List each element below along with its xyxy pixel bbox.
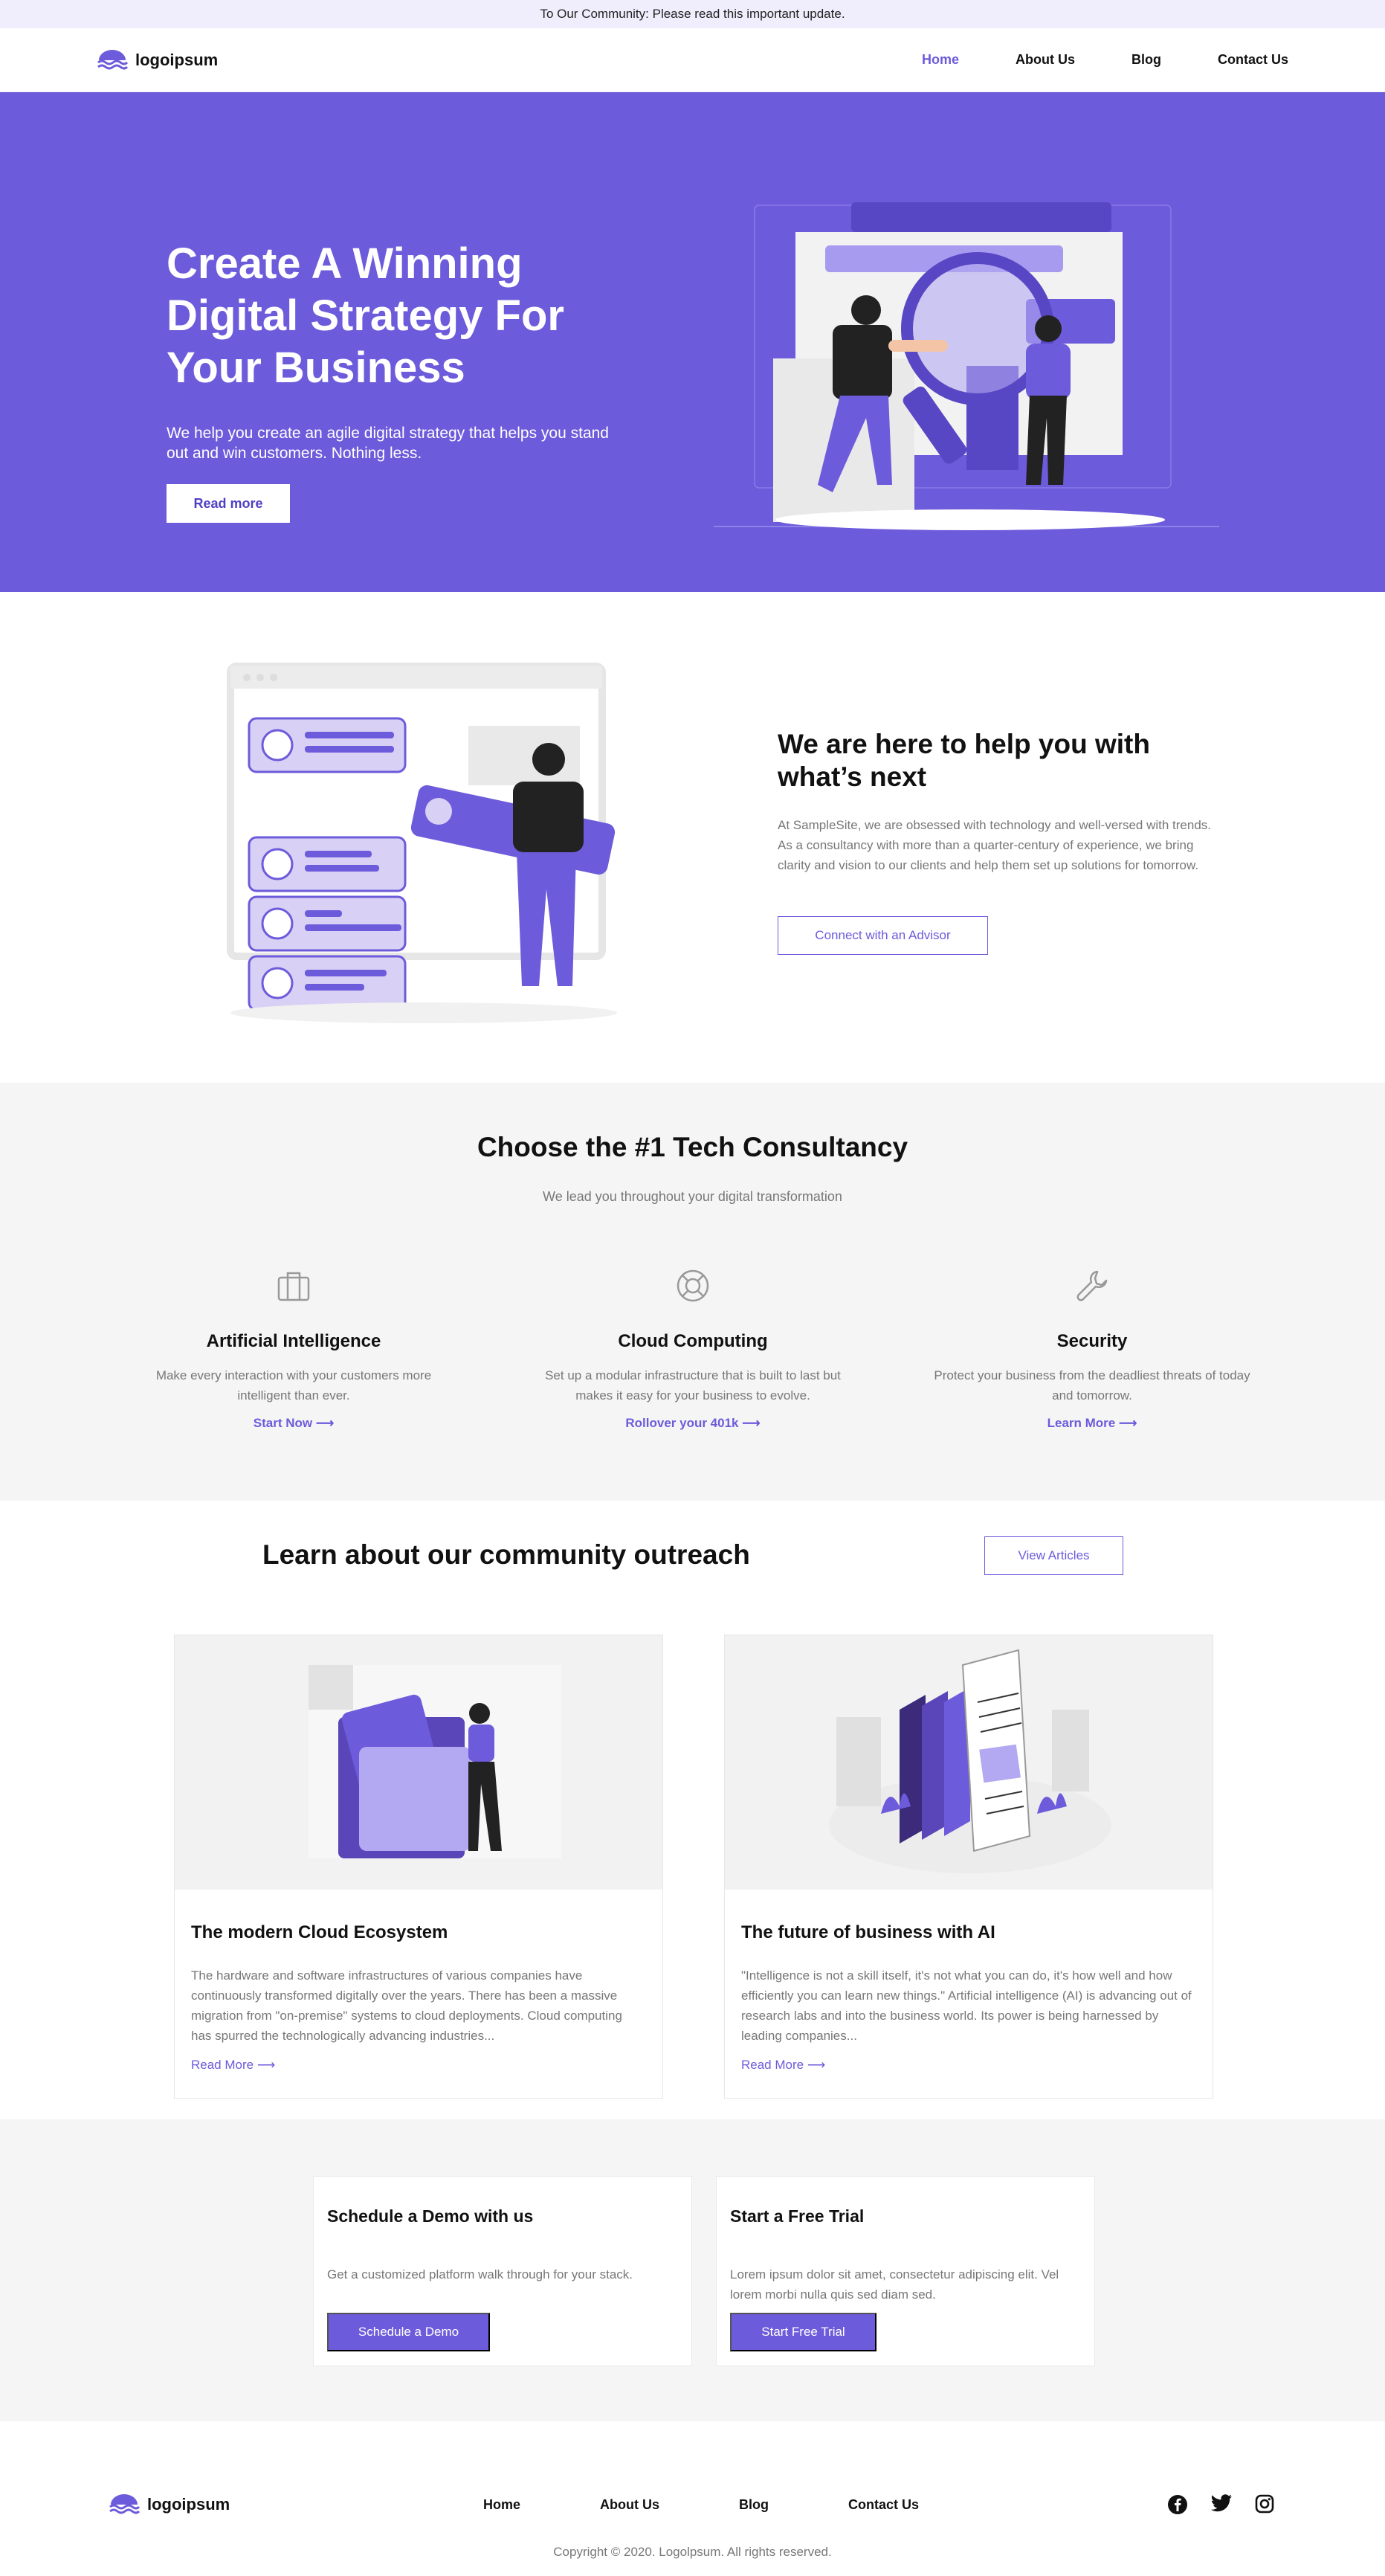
twitter-icon[interactable]	[1210, 2494, 1233, 2514]
logo-text: logoipsum	[135, 50, 219, 69]
feature-text: Make every interaction with your custome…	[155, 1368, 432, 1403]
cta-text: Get a customized platform walk through f…	[327, 2267, 633, 2282]
feature-ai: Artificial Intelligence Make every inter…	[130, 1269, 457, 1431]
cta-text: Lorem ipsum dolor sit amet, consectetur …	[730, 2267, 1059, 2302]
learn-more-link[interactable]: Learn More ⟶	[1047, 1416, 1137, 1431]
rollover-link[interactable]: Rollover your 401k ⟶	[625, 1416, 760, 1431]
trial-card: Start a Free Trial Lorem ipsum dolor sit…	[716, 2176, 1095, 2366]
briefcase-icon	[277, 1272, 310, 1301]
feature-title: Cloud Computing	[618, 1331, 768, 1351]
hero-section: Create A Winning Digital Strategy For Yo…	[0, 92, 1385, 592]
footer-logo[interactable]: logoipsum	[109, 2493, 230, 2517]
choose-subtitle: We lead you throughout your digital tran…	[543, 1189, 842, 1204]
footer-links: Home About Us Blog Contact Us	[483, 2497, 998, 2513]
logo[interactable]: logoipsum	[97, 48, 218, 72]
announcement-bar: To Our Community: Please read this impor…	[0, 0, 1385, 28]
article-excerpt: "Intelligence is not a skill itself, it'…	[741, 1968, 1192, 2043]
footer-link-home[interactable]: Home	[483, 2497, 520, 2513]
facebook-icon[interactable]	[1167, 2494, 1188, 2515]
instagram-icon[interactable]	[1255, 2494, 1274, 2514]
announcement-text: To Our Community: Please read this impor…	[540, 7, 845, 21]
help-illustration	[227, 663, 617, 1023]
link-label: Read More	[191, 2058, 254, 2072]
schedule-demo-button[interactable]: Schedule a Demo	[327, 2313, 490, 2351]
cta-title: Start a Free Trial	[730, 2206, 865, 2226]
arrow-right-icon: ⟶	[315, 1416, 335, 1430]
ai-business-illustration	[829, 1649, 1111, 1873]
help-text: At SampleSite, we are obsessed with tech…	[778, 818, 1212, 872]
choose-title: Choose the #1 Tech Consultancy	[477, 1132, 908, 1162]
feature-title: Artificial Intelligence	[206, 1331, 381, 1351]
link-label: Start Now	[253, 1416, 313, 1430]
arrow-right-icon: ⟶	[807, 2058, 826, 2072]
link-label: Learn More	[1047, 1416, 1116, 1430]
article-card[interactable]: The future of business with AI "Intellig…	[724, 1635, 1213, 2099]
connect-advisor-button[interactable]: Connect with an Advisor	[778, 916, 988, 955]
logo-text: logoipsum	[147, 2495, 230, 2514]
article-card[interactable]: The modern Cloud Ecosystem The hardware …	[174, 1635, 663, 2099]
wrench-icon	[1076, 1270, 1108, 1301]
hero-text: We help you create an agile digital stra…	[167, 425, 609, 462]
footer-link-blog[interactable]: Blog	[739, 2497, 769, 2513]
cta-section: Schedule a Demo with us Get a customized…	[0, 2119, 1385, 2421]
nav-home[interactable]: Home	[922, 52, 959, 68]
copyright: Copyright © 2020. Logolpsum. All rights …	[553, 2545, 832, 2559]
read-more-link[interactable]: Read More ⟶	[741, 2058, 825, 2073]
nav-about[interactable]: About Us	[1016, 52, 1075, 68]
cloud-ecosystem-illustration	[309, 1665, 561, 1858]
lifebuoy-icon	[677, 1269, 709, 1302]
start-now-link[interactable]: Start Now ⟶	[254, 1416, 334, 1431]
view-articles-button[interactable]: View Articles	[984, 1536, 1123, 1575]
outreach-section: Learn about our community outreach View …	[0, 1501, 1385, 2119]
help-title: We are here to help you with what’s next	[778, 729, 1150, 792]
footer-link-about[interactable]: About Us	[600, 2497, 659, 2513]
footer: logoipsum Home About Us Blog Contact Us …	[0, 2421, 1385, 2576]
feature-cloud: Cloud Computing Set up a modular infrast…	[529, 1269, 856, 1431]
social-links	[1167, 2494, 1274, 2515]
nav-blog[interactable]: Blog	[1131, 52, 1161, 68]
hero-title: Create A Winning Digital Strategy For Yo…	[167, 239, 564, 392]
feature-title: Security	[1056, 1331, 1128, 1351]
hero-illustration	[714, 202, 1219, 527]
logo-icon	[109, 2494, 140, 2514]
cta-title: Schedule a Demo with us	[327, 2206, 534, 2226]
logo-icon	[97, 49, 128, 69]
help-section: We are here to help you with what’s next…	[0, 592, 1385, 1083]
arrow-right-icon: ⟶	[1119, 1416, 1137, 1430]
demo-card: Schedule a Demo with us Get a customized…	[313, 2176, 692, 2366]
outreach-title: Learn about our community outreach	[262, 1539, 750, 1570]
feature-text: Set up a modular infrastructure that is …	[545, 1368, 841, 1403]
arrow-right-icon: ⟶	[742, 1416, 761, 1430]
start-free-trial-button[interactable]: Start Free Trial	[730, 2313, 876, 2351]
article-image	[175, 1635, 662, 1890]
hero-floor-shadow	[775, 509, 1165, 530]
footer-link-contact[interactable]: Contact Us	[848, 2497, 919, 2513]
article-title: The future of business with AI	[741, 1922, 995, 1942]
top-nav: logoipsum Home About Us Blog Contact Us	[0, 28, 1385, 92]
article-excerpt: The hardware and software infrastructure…	[191, 1968, 622, 2043]
nav-contact[interactable]: Contact Us	[1218, 52, 1288, 68]
arrow-right-icon: ⟶	[256, 2058, 276, 2072]
link-label: Rollover your 401k	[625, 1416, 739, 1430]
read-more-button[interactable]: Read more	[167, 484, 290, 523]
read-more-link[interactable]: Read More ⟶	[191, 2058, 275, 2073]
choose-section: Choose the #1 Tech Consultancy We lead y…	[0, 1083, 1385, 1501]
feature-security: Security Protect your business from the …	[929, 1269, 1256, 1431]
nav-links: Home About Us Blog Contact Us	[865, 52, 1288, 68]
link-label: Read More	[741, 2058, 804, 2072]
article-title: The modern Cloud Ecosystem	[191, 1922, 448, 1942]
article-image	[725, 1635, 1213, 1890]
feature-text: Protect your business from the deadliest…	[934, 1368, 1250, 1403]
